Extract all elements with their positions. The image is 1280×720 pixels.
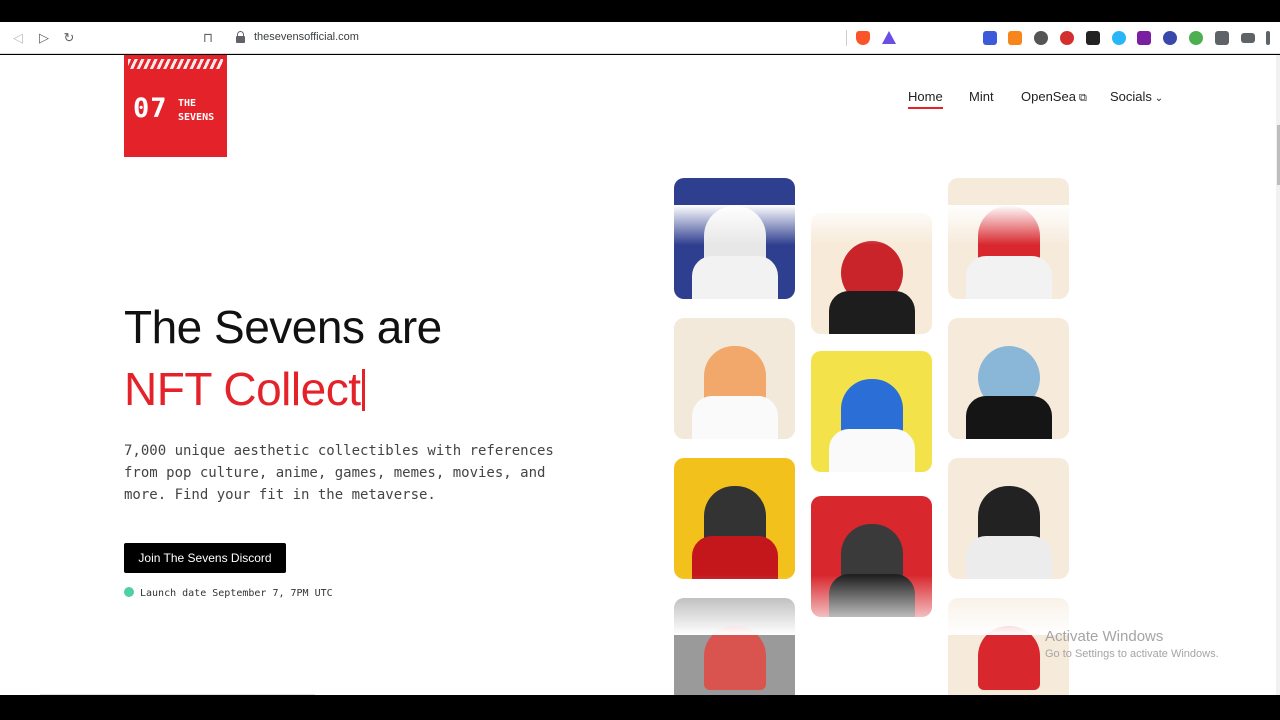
nft-card[interactable]	[674, 458, 795, 579]
bookmark-icon[interactable]: ⊓	[200, 30, 216, 46]
external-link-icon: ⧉	[1075, 92, 1087, 104]
forward-icon[interactable]: ▷	[36, 30, 52, 46]
nav-opensea-label: OpenSea	[1021, 89, 1076, 104]
page-scrollbar[interactable]	[1276, 55, 1280, 695]
extension-icon[interactable]	[983, 31, 997, 45]
logo-number: 07	[133, 93, 168, 124]
logo-word: THE SEVENS	[178, 98, 215, 123]
nav-socials[interactable]: Socials ⌄	[1110, 89, 1163, 104]
nav-home[interactable]: Home	[908, 89, 943, 109]
chevron-down-icon: ⌄	[1151, 93, 1164, 104]
page-content: 07 THE SEVENS Home Mint OpenSea ⧉ Socials…	[0, 55, 1280, 695]
puzzle-icon[interactable]	[1215, 31, 1229, 45]
hero-title-line2: NFT Collect	[124, 362, 366, 416]
status-dot-icon	[124, 587, 134, 597]
os-top-bar	[0, 0, 1280, 22]
launch-status: Launch date September 7, 7PM UTC	[124, 587, 333, 599]
extension-icon[interactable]	[1137, 31, 1151, 45]
extension-icon[interactable]	[1112, 31, 1126, 45]
nft-card[interactable]	[948, 458, 1069, 579]
extension-icon[interactable]	[1060, 31, 1074, 45]
gallery-fade-top	[660, 205, 1090, 245]
nft-card[interactable]	[948, 318, 1069, 439]
hero-title-typed: NFT Collect	[124, 363, 361, 415]
os-bottom-bar	[0, 695, 1280, 720]
divider	[846, 30, 847, 46]
hero-description: 7,000 unique aesthetic collectibles with…	[124, 443, 554, 503]
sevens-logo[interactable]: 07 THE SEVENS	[124, 55, 227, 157]
metamask-icon[interactable]	[1008, 31, 1022, 45]
nft-card[interactable]	[674, 318, 795, 439]
extension-icon[interactable]	[1034, 31, 1048, 45]
typing-caret	[362, 369, 366, 411]
triangle-icon[interactable]	[882, 31, 896, 44]
nav-socials-label: Socials	[1110, 89, 1152, 104]
back-icon[interactable]: ◁	[10, 30, 26, 46]
nft-card[interactable]	[811, 351, 932, 472]
gallery-fade-bottom	[660, 575, 1090, 635]
url-text[interactable]: thesevensofficial.com	[254, 31, 359, 43]
menu-icon[interactable]	[1266, 31, 1270, 45]
join-discord-button[interactable]: Join The Sevens Discord	[124, 543, 286, 573]
brave-shield-icon[interactable]	[856, 31, 870, 45]
logo-stripes	[128, 59, 223, 69]
extension-icon[interactable]	[1163, 31, 1177, 45]
lock-icon	[236, 31, 245, 43]
browser-toolbar: ◁ ▷ ↻ ⊓ thesevensofficial.com	[0, 22, 1280, 54]
hero-title-line1: The Sevens are	[124, 301, 442, 353]
reload-icon[interactable]: ↻	[61, 30, 77, 46]
extension-icon[interactable]	[1086, 31, 1100, 45]
activate-windows-hint: Go to Settings to activate Windows.	[1045, 648, 1219, 660]
nav-opensea[interactable]: OpenSea ⧉	[1021, 89, 1087, 105]
launch-text: Launch date September 7, 7PM UTC	[140, 588, 333, 599]
activate-windows-title: Activate Windows	[1045, 628, 1164, 645]
nav-mint[interactable]: Mint	[969, 89, 994, 104]
reading-list-icon[interactable]	[1241, 33, 1255, 43]
extension-icon[interactable]	[1189, 31, 1203, 45]
address-bar[interactable]: thesevensofficial.com	[226, 27, 902, 49]
